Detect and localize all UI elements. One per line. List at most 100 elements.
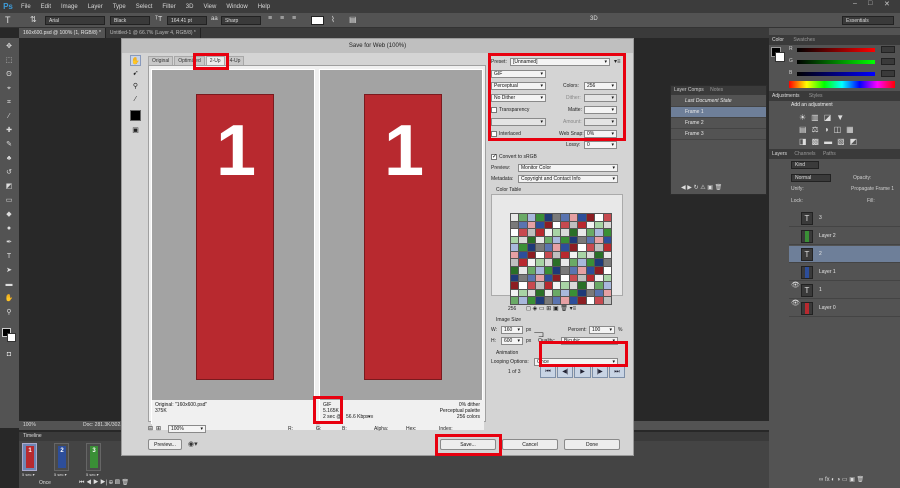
blue-value[interactable] xyxy=(881,70,895,77)
shape-tool-icon[interactable]: ▬ xyxy=(4,280,14,290)
color-table-swatch[interactable] xyxy=(527,229,536,236)
history-brush-icon[interactable]: ↺ xyxy=(4,168,14,178)
color-table-swatch[interactable] xyxy=(553,251,561,259)
color-table-swatch[interactable] xyxy=(536,251,544,259)
timeline-frame-3[interactable]: 3 xyxy=(86,443,101,471)
color-table-swatch[interactable] xyxy=(536,267,544,274)
tab-styles[interactable]: Styles xyxy=(809,93,823,99)
color-table-swatch[interactable] xyxy=(586,274,595,282)
brush-tool-icon[interactable]: ✎ xyxy=(4,140,14,150)
color-table-swatch[interactable] xyxy=(553,282,561,289)
green-slider[interactable] xyxy=(797,60,875,64)
color-table-swatch[interactable] xyxy=(578,221,586,229)
3d-mode-label[interactable]: 3D xyxy=(590,16,598,22)
color-table-swatch[interactable] xyxy=(603,251,611,259)
color-table-swatch[interactable] xyxy=(544,289,553,297)
format-select[interactable]: GIF xyxy=(491,70,546,78)
color-table-swatch[interactable] xyxy=(578,236,586,244)
color-table-swatch[interactable] xyxy=(561,236,569,244)
color-table-swatch[interactable] xyxy=(544,229,553,236)
tab-4-up[interactable]: 4-Up xyxy=(225,56,245,65)
eye-icon[interactable]: 👁 xyxy=(791,299,800,307)
matte-select[interactable] xyxy=(584,106,617,114)
color-table-swatch[interactable] xyxy=(561,274,569,282)
lasso-tool-icon[interactable]: ʘ xyxy=(4,70,14,80)
color-table-swatch[interactable] xyxy=(511,267,519,274)
color-table-swatch[interactable] xyxy=(561,214,569,221)
color-table-swatch[interactable] xyxy=(553,289,561,297)
hand-tool-icon[interactable]: ✋ xyxy=(4,294,14,304)
color-table-swatch[interactable] xyxy=(544,259,553,267)
color-table-swatch[interactable] xyxy=(536,297,544,304)
color-table-swatch[interactable] xyxy=(586,236,595,244)
browser-preview-icon[interactable]: ◉▾ xyxy=(188,440,198,448)
timeline-controls[interactable]: ⏮ ◀ ▶ ▶| ⊕ ▤ 🗑 xyxy=(79,479,129,487)
warp-text-icon[interactable]: ⌇ xyxy=(331,15,335,24)
color-table-swatch[interactable] xyxy=(561,244,569,251)
tab-channels[interactable]: Channels xyxy=(794,151,815,157)
color-table-swatch[interactable] xyxy=(569,297,578,304)
timeline-frame-2[interactable]: 2 xyxy=(54,443,69,471)
download-rate[interactable]: 56.6 Kbps xyxy=(346,414,369,420)
doc-tab-untitled[interactable]: Untitled-1 @ 66.7% (Layer 4, RGB/8) * xyxy=(106,28,201,38)
menu-image[interactable]: Image xyxy=(56,4,83,10)
amount-field[interactable] xyxy=(584,118,617,126)
color-table-swatch[interactable] xyxy=(561,297,569,304)
antialias-select[interactable]: Sharp xyxy=(221,16,261,25)
frame-2-delay[interactable]: 5 sec.▾ xyxy=(54,472,67,477)
layer-row-1[interactable]: T1 xyxy=(789,282,900,299)
color-table-swatch[interactable] xyxy=(603,289,611,297)
tab-swatches[interactable]: Swatches xyxy=(793,37,815,43)
color-table-swatch[interactable] xyxy=(595,297,603,304)
color-table-swatch[interactable] xyxy=(519,297,527,304)
text-color-swatch[interactable] xyxy=(311,16,324,25)
toggle-slices-icon[interactable]: ▣ xyxy=(130,125,141,136)
eyedropper-tool-icon[interactable]: ⁄ xyxy=(4,112,14,122)
color-table-swatch[interactable] xyxy=(511,251,519,259)
tab-notes[interactable]: Notes xyxy=(710,87,723,93)
color-table-swatch[interactable] xyxy=(578,259,586,267)
zoom-tool-icon[interactable]: ⚲ xyxy=(4,308,14,318)
color-table-swatch[interactable] xyxy=(586,214,595,221)
looping-select[interactable]: Once xyxy=(534,358,618,366)
color-table-swatch[interactable] xyxy=(561,229,569,236)
color-table-swatch[interactable] xyxy=(586,221,595,229)
color-table-swatch[interactable] xyxy=(561,221,569,229)
color-table-swatch[interactable] xyxy=(527,282,536,289)
tab-layer-comps[interactable]: Layer Comps xyxy=(674,87,704,93)
menu-3d[interactable]: 3D xyxy=(181,4,199,10)
path-select-tool-icon[interactable]: ➤ xyxy=(4,266,14,276)
tab-layers[interactable]: Layers xyxy=(772,151,787,157)
convert-srgb-checkbox[interactable] xyxy=(491,153,497,160)
quick-select-tool-icon[interactable]: ⌖ xyxy=(4,84,14,94)
color-table-swatch[interactable] xyxy=(586,297,595,304)
color-table-swatch[interactable] xyxy=(595,221,603,229)
color-table-swatch[interactable] xyxy=(603,267,611,274)
hand-tool-icon[interactable]: ✋ xyxy=(130,55,141,66)
healing-tool-icon[interactable]: ✚ xyxy=(4,126,14,136)
font-style-select[interactable]: Black xyxy=(110,16,150,25)
marquee-tool-icon[interactable]: ⬚ xyxy=(4,56,14,66)
frame-1-delay[interactable]: 5 sec.▾ xyxy=(22,472,35,477)
color-table-swatch[interactable] xyxy=(569,229,578,236)
color-table-swatch[interactable] xyxy=(561,251,569,259)
frame-3-delay[interactable]: 5 sec.▾ xyxy=(86,472,99,477)
color-table-swatch[interactable] xyxy=(603,214,611,221)
color-table-swatch[interactable] xyxy=(603,229,611,236)
color-table-swatch[interactable] xyxy=(569,236,578,244)
color-table-swatch[interactable] xyxy=(536,282,544,289)
color-table-swatch[interactable] xyxy=(586,229,595,236)
color-table-swatch[interactable] xyxy=(603,244,611,251)
color-table-swatch[interactable] xyxy=(586,267,595,274)
save-button[interactable]: Save... xyxy=(440,439,496,450)
align-left-icon[interactable]: ≡ xyxy=(268,15,272,22)
color-table-swatch[interactable] xyxy=(544,267,553,274)
layer-row-layer-2[interactable]: Layer 2 xyxy=(789,228,900,245)
eyedropper-tool-icon[interactable]: ⁄ xyxy=(130,94,141,105)
color-table-swatch[interactable] xyxy=(569,259,578,267)
color-table-swatch[interactable] xyxy=(511,236,519,244)
menu-view[interactable]: View xyxy=(198,4,221,10)
color-table-swatch[interactable] xyxy=(603,274,611,282)
quick-mask-icon[interactable]: ◘ xyxy=(4,350,14,360)
color-table-swatch[interactable] xyxy=(511,282,519,289)
